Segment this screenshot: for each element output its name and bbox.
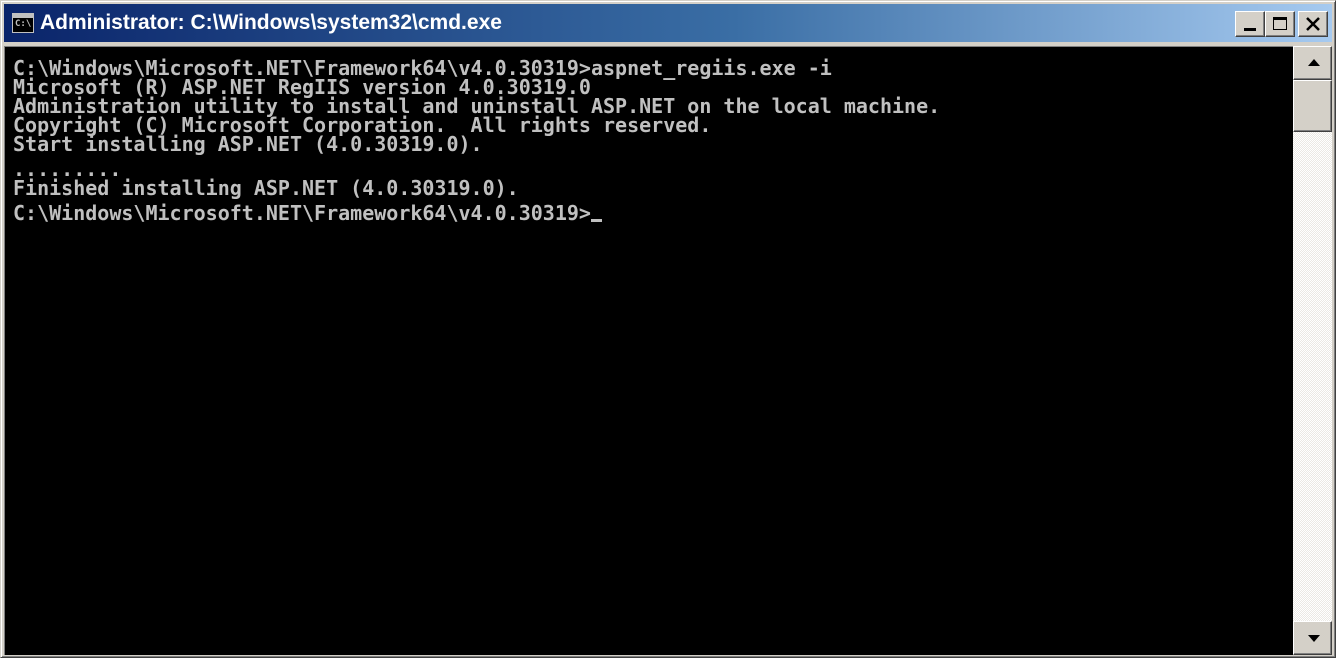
maximize-button[interactable] [1265, 11, 1295, 37]
scroll-up-button[interactable] [1293, 46, 1332, 80]
minimize-button[interactable] [1235, 11, 1265, 37]
window-title: Administrator: C:\Windows\system32\cmd.e… [40, 11, 502, 34]
minimize-icon [1244, 28, 1256, 31]
scrollbar-thumb[interactable] [1293, 80, 1332, 132]
close-icon [1306, 17, 1320, 31]
console-output[interactable]: C:\Windows\Microsoft.NET\Framework64\v4.… [4, 46, 1293, 655]
maximize-icon [1273, 17, 1287, 30]
cmd-console-icon[interactable]: C:\ [12, 13, 34, 33]
caption-buttons [1235, 11, 1328, 37]
console-line: Start installing ASP.NET (4.0.30319.0). [13, 132, 483, 156]
text-cursor [590, 219, 602, 222]
console-line: Finished installing ASP.NET (4.0.30319.0… [13, 176, 519, 200]
console-prompt-line: C:\Windows\Microsoft.NET\Framework64\v4.… [13, 201, 1293, 225]
scroll-down-button[interactable] [1293, 621, 1332, 655]
title-bar[interactable]: C:\ Administrator: C:\Windows\system32\c… [4, 4, 1332, 42]
scroll-down-arrow-icon [1308, 635, 1320, 642]
cmd-window: C:\ Administrator: C:\Windows\system32\c… [0, 0, 1336, 658]
scroll-up-arrow-icon [1308, 59, 1320, 66]
console-prompt: C:\Windows\Microsoft.NET\Framework64\v4.… [13, 201, 591, 225]
vertical-scrollbar[interactable] [1293, 46, 1332, 655]
cmd-icon-text: C:\ [15, 19, 32, 29]
close-button[interactable] [1298, 11, 1328, 37]
